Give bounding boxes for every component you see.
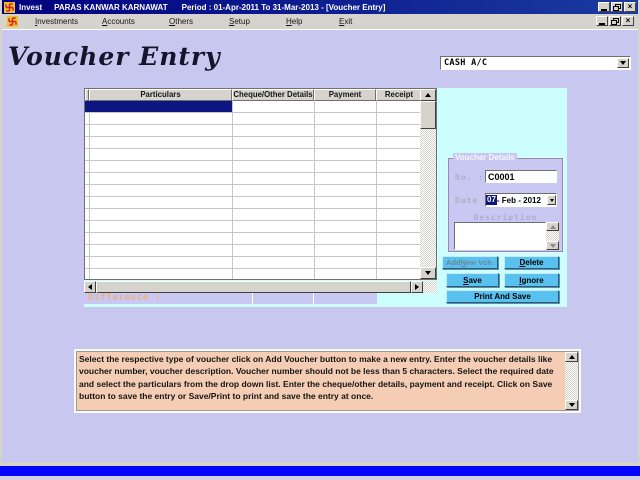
restore-icon[interactable] xyxy=(611,2,623,12)
mdi-minimize-icon[interactable] xyxy=(596,16,608,26)
title-user-name: PARAS KANWAR KARNAWAT xyxy=(54,3,167,12)
window-frame-left xyxy=(0,0,2,466)
chevron-down-icon[interactable] xyxy=(617,58,629,68)
description-scrollbar[interactable] xyxy=(546,222,559,250)
title-period: Period : 01-Apr-2011 To 31-Mar-2013 - [V… xyxy=(182,3,386,12)
voucher-grid[interactable]: Particulars Cheque/Other Details Payment… xyxy=(84,88,437,280)
voucher-date-picker[interactable]: 07 - Feb - 2012 xyxy=(485,193,557,207)
ignore-button[interactable]: Ignore xyxy=(504,273,559,287)
difference-divider xyxy=(313,293,314,304)
grid-rows[interactable] xyxy=(85,101,420,279)
instruction-scrollbar[interactable] xyxy=(565,352,578,410)
scroll-down-icon[interactable] xyxy=(420,267,436,279)
desktop-strip xyxy=(0,466,640,476)
menu-accounts[interactable]: Accounts xyxy=(102,17,135,26)
difference-row: Difference : xyxy=(84,293,377,304)
voucher-no-field[interactable]: C0001 xyxy=(485,170,557,183)
grid-column-divider xyxy=(376,101,377,279)
scroll-left-icon[interactable] xyxy=(84,281,96,293)
minimize-icon[interactable] xyxy=(598,2,610,12)
scroll-up-icon[interactable] xyxy=(565,352,578,362)
date-day-selected[interactable]: 07 xyxy=(486,195,497,205)
scroll-thumb[interactable] xyxy=(420,101,436,129)
instruction-text: Select the respective type of voucher cl… xyxy=(79,353,567,411)
mdi-close-icon[interactable]: × xyxy=(622,16,634,26)
selected-cell[interactable] xyxy=(85,101,232,112)
swastika-mdi-icon xyxy=(7,16,18,27)
grid-header-particulars: Particulars xyxy=(89,89,232,101)
scroll-track xyxy=(423,281,437,293)
taskbar-strip xyxy=(0,476,640,480)
title-app-name: Invest xyxy=(19,3,42,12)
scroll-thumb[interactable] xyxy=(96,281,411,293)
difference-divider xyxy=(252,293,253,304)
voucher-details-group: Voucher Details No. : C0001 Date : 07 - … xyxy=(447,157,564,253)
account-select-value: CASH A/C xyxy=(441,58,617,68)
menu-bar: Investments Accounts Others Setup Help E… xyxy=(2,14,638,30)
close-icon[interactable]: × xyxy=(624,2,636,12)
chevron-down-icon[interactable] xyxy=(547,195,556,205)
delete-button[interactable]: Delete xyxy=(504,256,559,269)
title-bar: Invest PARAS KANWAR KARNAWAT Period : 01… xyxy=(2,0,638,14)
app-window: Invest PARAS KANWAR KARNAWAT Period : 01… xyxy=(0,0,640,480)
titlebar-controls: × xyxy=(598,2,636,12)
mdi-restore-icon[interactable] xyxy=(609,16,621,26)
save-button[interactable]: Save xyxy=(446,273,499,287)
scroll-down-icon[interactable] xyxy=(565,400,578,410)
grid-vertical-scrollbar[interactable] xyxy=(420,89,436,279)
menu-setup[interactable]: Setup xyxy=(229,17,250,26)
grid-column-divider xyxy=(89,101,90,279)
add-new-voucher-button[interactable]: Add New Vch. xyxy=(442,256,498,269)
voucher-no-label: No. : xyxy=(455,173,484,182)
difference-label: Difference : xyxy=(88,293,161,303)
grid-horizontal-scrollbar[interactable] xyxy=(84,281,437,293)
grid-column-divider xyxy=(314,101,315,279)
menu-investments[interactable]: Investments xyxy=(35,17,78,26)
instruction-panel: Select the respective type of voucher cl… xyxy=(74,349,581,413)
menu-others[interactable]: Others xyxy=(169,17,193,26)
description-textarea[interactable] xyxy=(454,222,546,250)
mdi-window-controls: × xyxy=(596,16,634,26)
menu-help[interactable]: Help xyxy=(286,17,302,26)
menu-exit[interactable]: Exit xyxy=(339,17,352,26)
voucher-details-title: Voucher Details xyxy=(453,153,517,162)
description-label: Description xyxy=(448,213,563,222)
grid-header-payment: Payment xyxy=(314,89,376,101)
scroll-track xyxy=(546,231,559,241)
page-title: Voucher Entry xyxy=(8,42,221,71)
scroll-track[interactable] xyxy=(565,362,578,400)
scroll-track[interactable] xyxy=(420,129,436,267)
print-and-save-button[interactable]: Print And Save xyxy=(446,290,559,303)
scroll-up-icon[interactable] xyxy=(546,222,559,231)
voucher-no-value: C0001 xyxy=(486,172,515,182)
account-select[interactable]: CASH A/C xyxy=(440,56,631,70)
grid-column-divider xyxy=(232,101,233,279)
swastika-app-icon xyxy=(4,2,15,13)
date-rest[interactable]: - Feb - 2012 xyxy=(497,196,547,205)
scroll-up-icon[interactable] xyxy=(420,89,436,101)
grid-header-row: Particulars Cheque/Other Details Payment… xyxy=(85,89,436,101)
scroll-down-icon[interactable] xyxy=(546,241,559,250)
scroll-right-icon[interactable] xyxy=(411,281,423,293)
grid-header-receipt: Receipt xyxy=(376,89,422,101)
grid-header-cheque-details: Cheque/Other Details xyxy=(232,89,314,101)
